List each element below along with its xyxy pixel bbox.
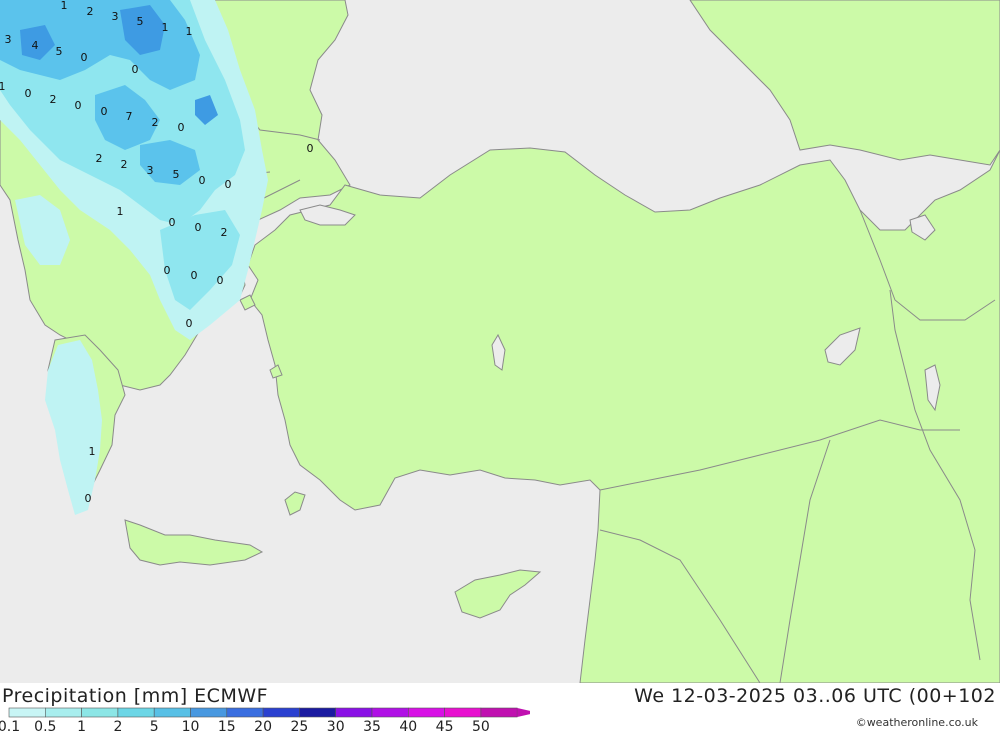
legend-tick-label: 40 bbox=[399, 719, 417, 733]
legend-tick-label: 20 bbox=[254, 719, 272, 733]
legend-tick-label: 0.1 bbox=[0, 719, 20, 733]
precip-value-label: 0 bbox=[217, 274, 224, 287]
legend-tick-label: 50 bbox=[472, 719, 490, 733]
precip-value-label: 4 bbox=[32, 39, 39, 52]
map-footer: Precipitation [mm] ECMWF We 12-03-2025 0… bbox=[0, 683, 1000, 733]
precip-value-label: 5 bbox=[137, 15, 144, 28]
precip-value-label: 0 bbox=[178, 121, 185, 134]
precip-value-label: 0 bbox=[307, 142, 314, 155]
precip-value-label: 0 bbox=[186, 317, 193, 330]
site-credit: ©weatheronline.co.uk bbox=[855, 716, 978, 729]
precip-value-label: 5 bbox=[173, 168, 180, 181]
legend-swatch bbox=[81, 707, 119, 718]
precip-value-label: 0 bbox=[75, 99, 82, 112]
legend-swatch bbox=[153, 707, 191, 718]
legend-tick-label: 10 bbox=[182, 719, 200, 733]
legend-swatch bbox=[299, 707, 336, 718]
precip-value-label: 0 bbox=[101, 105, 108, 118]
legend-swatch bbox=[371, 707, 409, 718]
precip-value-label: 3 bbox=[147, 164, 154, 177]
legend-tick-label: 30 bbox=[327, 719, 345, 733]
precip-value-label: 0 bbox=[225, 178, 232, 191]
precip-value-label: 2 bbox=[50, 93, 57, 106]
legend-swatch bbox=[480, 707, 518, 718]
precip-value-label: 0 bbox=[164, 264, 171, 277]
legend-swatch bbox=[44, 707, 82, 718]
legend-swatch bbox=[335, 707, 373, 718]
precip-value-label: 0 bbox=[191, 269, 198, 282]
legend-swatch bbox=[226, 707, 264, 718]
legend-swatch bbox=[190, 707, 228, 718]
precip-value-label: 0 bbox=[169, 216, 176, 229]
legend-swatch bbox=[8, 707, 46, 718]
legend-tick-label: 35 bbox=[363, 719, 381, 733]
precip-value-label: 0 bbox=[132, 63, 139, 76]
precip-value-label: 2 bbox=[221, 226, 228, 239]
legend-tick-label: 2 bbox=[113, 719, 122, 733]
legend-arrow bbox=[517, 708, 530, 717]
legend-swatch bbox=[117, 707, 155, 718]
precip-value-label: 7 bbox=[126, 110, 133, 123]
precip-value-label: 2 bbox=[96, 152, 103, 165]
precip-value-label: 1 bbox=[162, 21, 169, 34]
legend-swatch bbox=[262, 707, 300, 718]
legend-tick-label: 5 bbox=[150, 719, 159, 733]
valid-time: We 12-03-2025 03..06 UTC (00+102 bbox=[634, 685, 996, 707]
precip-value-label: 2 bbox=[121, 158, 128, 171]
color-scale-legend: 0.1 0.5 1 2 5 10 15 20 25 30 35 40 45 50 bbox=[0, 707, 530, 733]
legend-tick-label: 25 bbox=[290, 719, 308, 733]
precip-value-label: 0 bbox=[195, 221, 202, 234]
precip-value-label: 1 bbox=[0, 80, 6, 93]
precip-value-label: 3 bbox=[112, 10, 119, 23]
legend-swatch bbox=[444, 707, 482, 718]
legend-swatch bbox=[407, 707, 445, 718]
precip-value-label: 0 bbox=[25, 87, 32, 100]
legend-tick-label: 15 bbox=[218, 719, 236, 733]
precip-value-label: 2 bbox=[152, 116, 159, 129]
precip-value-label: 1 bbox=[117, 205, 124, 218]
precip-value-label: 1 bbox=[89, 445, 96, 458]
precip-value-label: 0 bbox=[85, 492, 92, 505]
legend-tick-label: 0.5 bbox=[34, 719, 56, 733]
legend-tick-label: 1 bbox=[77, 719, 86, 733]
precip-value-label: 0 bbox=[199, 174, 206, 187]
precip-value-label: 5 bbox=[56, 45, 63, 58]
precip-value-label: 1 bbox=[61, 0, 68, 12]
legend-tick-label: 45 bbox=[436, 719, 454, 733]
map-title: Precipitation [mm] ECMWF bbox=[2, 685, 269, 707]
precip-value-label: 3 bbox=[5, 33, 12, 46]
precip-value-label: 2 bbox=[87, 5, 94, 18]
precip-value-label: 0 bbox=[81, 51, 88, 64]
precipitation-map: 1 2 3 5 1 1 3 4 5 0 0 1 0 2 0 0 7 2 0 0 2 2 3 5 0 0 1 0 0 2 0 0 0 0 1 0 bbox=[0, 0, 1000, 683]
precip-value-label: 1 bbox=[186, 25, 193, 38]
